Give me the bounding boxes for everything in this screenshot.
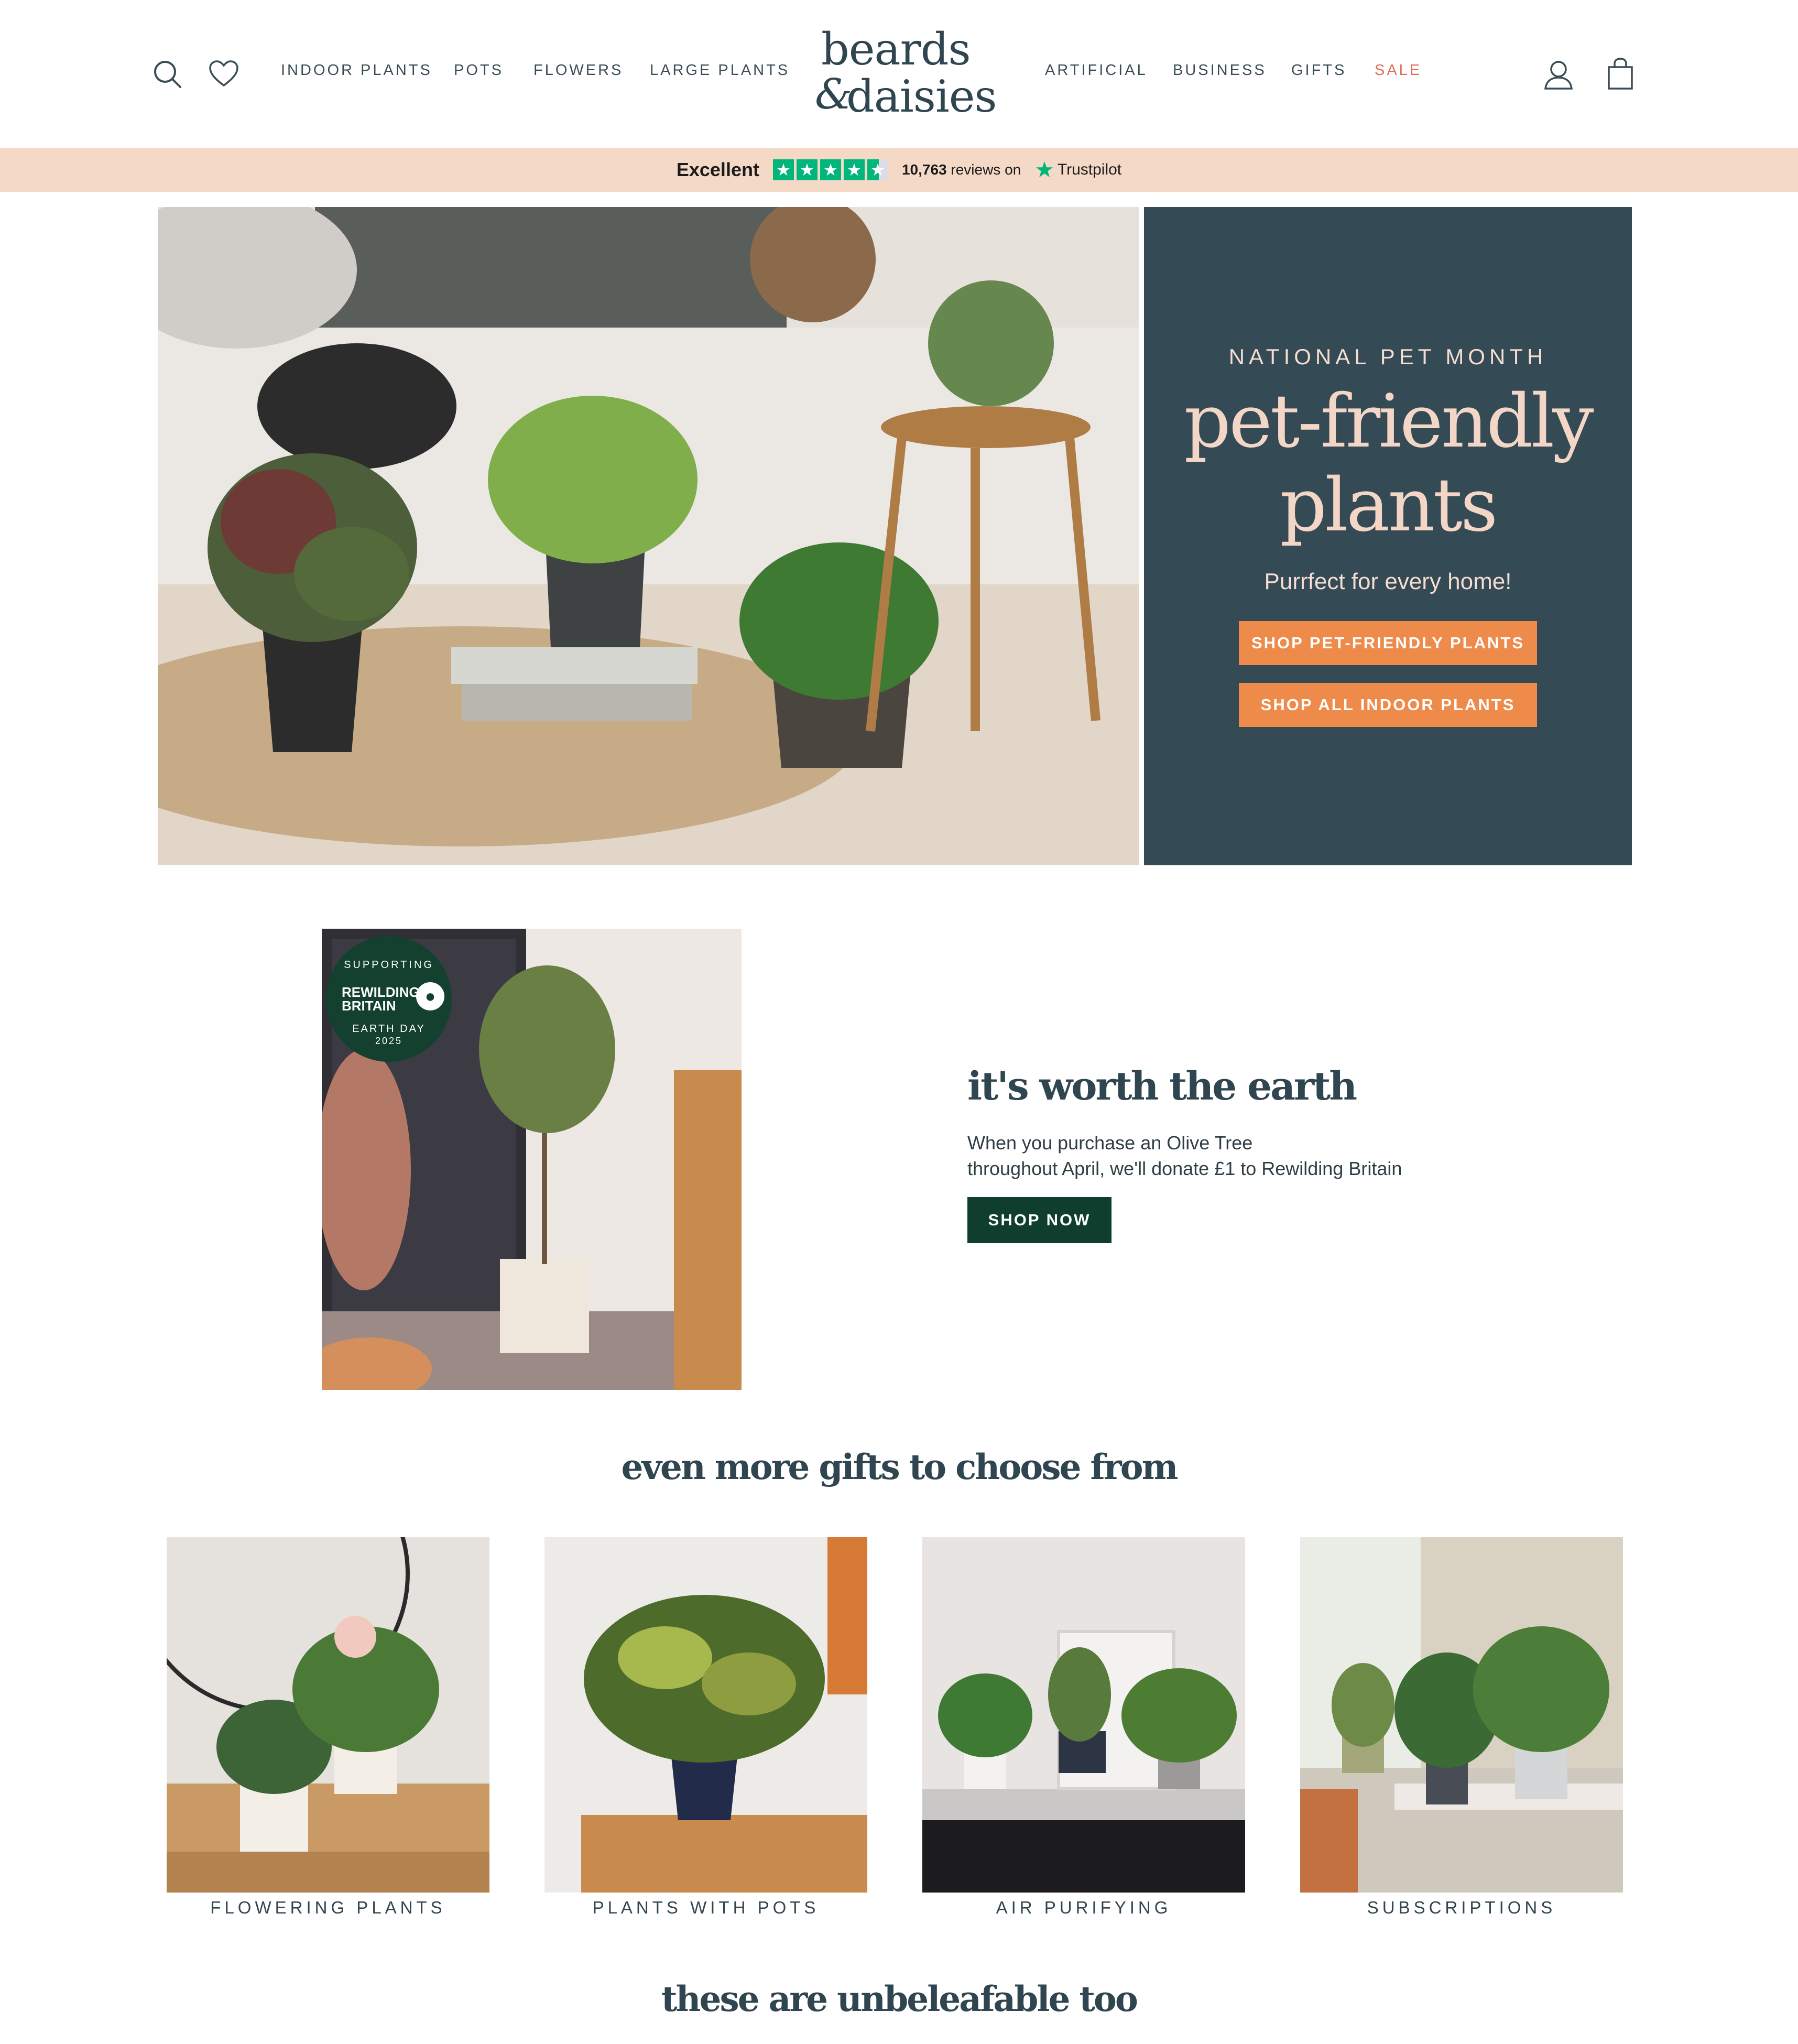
badge-name-line2: BRITAIN <box>342 998 396 1014</box>
category-label: PLANTS WITH POTS <box>592 1898 820 1917</box>
shop-indoor-plants-button[interactable]: SHOP ALL INDOOR PLANTS <box>1239 683 1537 727</box>
category-label: AIR PURIFYING <box>996 1898 1172 1917</box>
paw-icon: ● <box>416 982 444 1010</box>
trustpilot-bar[interactable]: Excellent ★ ★ ★ ★ ★ 10,763 reviews on ★ T… <box>0 148 1798 192</box>
nav-business[interactable]: BUSINESS <box>1173 62 1267 79</box>
category-image <box>922 1537 1245 1893</box>
hero-panel: NATIONAL PET MONTH pet-friendly plants P… <box>1144 207 1632 865</box>
category-label: SUBSCRIPTIONS <box>1367 1898 1556 1917</box>
site-header: INDOOR PLANTS POTS FLOWERS LARGE PLANTS … <box>0 0 1798 148</box>
bag-icon[interactable] <box>1606 57 1635 91</box>
nav-flowers[interactable]: FLOWERS <box>533 62 623 79</box>
nav-sale[interactable]: SALE <box>1375 62 1422 79</box>
earth-text-line1: When you purchase an Olive Tree <box>967 1132 1253 1154</box>
badge-year: 2025 <box>375 1036 403 1046</box>
more-title: these are unbeleafable too <box>661 1978 1138 2019</box>
category-card-air-purifying[interactable]: AIR PURIFYING <box>922 1537 1245 1922</box>
trust-reviews-count: 10,763 <box>901 161 947 178</box>
gifts-title: even more gifts to choose from <box>621 1447 1179 1487</box>
search-icon[interactable] <box>152 59 183 90</box>
trustpilot-logo: ★ Trustpilot <box>1034 159 1121 181</box>
logo-line2: daisies <box>846 71 997 122</box>
shop-now-button[interactable]: SHOP NOW <box>967 1197 1112 1243</box>
star-icon: ★ <box>772 159 794 180</box>
hero-subtitle: Purrfect for every home! <box>1264 569 1512 594</box>
badge-event: EARTH DAY <box>352 1023 426 1035</box>
category-image <box>167 1537 489 1893</box>
rewilding-badge: SUPPORTING REWILDING BRITAIN ● EARTH DAY… <box>326 936 452 1062</box>
trust-rating: Excellent <box>676 159 759 180</box>
site-logo[interactable]: beards & daisies <box>815 27 1014 119</box>
badge-top: SUPPORTING <box>344 959 434 971</box>
hero-image[interactable] <box>158 207 1139 865</box>
nav-gifts[interactable]: GIFTS <box>1291 62 1346 79</box>
nav-large-plants[interactable]: LARGE PLANTS <box>650 62 790 79</box>
hero-title-line1: pet-friendly <box>1184 379 1594 464</box>
earth-title: it's worth the earth <box>967 1064 1357 1109</box>
account-icon[interactable] <box>1543 59 1574 91</box>
star-half-icon: ★ <box>867 159 888 180</box>
category-label: FLOWERING PLANTS <box>210 1898 446 1917</box>
nav-artificial[interactable]: ARTIFICIAL <box>1045 62 1148 79</box>
star-icon: ★ <box>820 159 841 180</box>
trust-stars: ★ ★ ★ ★ ★ <box>772 159 888 180</box>
trust-reviews-text: reviews on <box>951 161 1021 178</box>
star-icon: ★ <box>843 159 865 180</box>
trustpilot-star-icon: ★ <box>1034 157 1054 182</box>
category-card-flowering[interactable]: FLOWERING PLANTS <box>167 1537 489 1922</box>
hero-eyebrow: NATIONAL PET MONTH <box>1228 344 1548 369</box>
logo-line1: beards <box>821 24 971 75</box>
hero-title-line2: plants <box>1280 463 1498 548</box>
hero-title: pet-friendly plants <box>1144 380 1632 548</box>
nav-pots[interactable]: POTS <box>454 62 504 79</box>
category-card-plants-with-pots[interactable]: PLANTS WITH POTS <box>544 1537 867 1922</box>
nav-indoor-plants[interactable]: INDOOR PLANTS <box>281 62 432 79</box>
category-image <box>1300 1537 1623 1893</box>
category-image <box>544 1537 867 1893</box>
star-icon: ★ <box>796 159 818 180</box>
shop-pet-friendly-button[interactable]: SHOP PET-FRIENDLY PLANTS <box>1239 621 1537 665</box>
olive-tree-image[interactable]: SUPPORTING REWILDING BRITAIN ● EARTH DAY… <box>322 929 742 1390</box>
category-card-subscriptions[interactable]: SUBSCRIPTIONS <box>1300 1537 1623 1922</box>
trustpilot-brand: Trustpilot <box>1057 161 1122 178</box>
earth-text-line2: throughout April, we'll donate £1 to Rew… <box>967 1158 1402 1179</box>
heart-icon[interactable] <box>208 59 240 89</box>
trust-reviews: 10,763 reviews on <box>902 161 1021 178</box>
